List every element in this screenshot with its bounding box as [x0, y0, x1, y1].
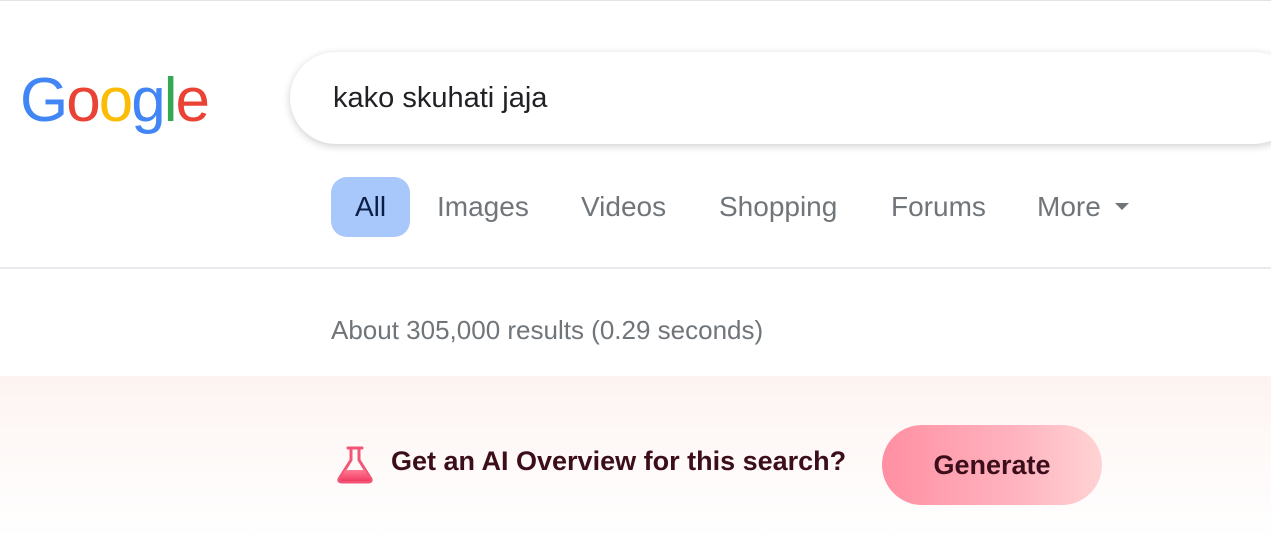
- tabs-divider: [0, 267, 1271, 269]
- tab-forums[interactable]: Forums: [891, 177, 986, 237]
- tab-label: Videos: [581, 191, 667, 222]
- tab-label: More: [1037, 191, 1101, 222]
- tab-images[interactable]: Images: [437, 177, 529, 237]
- logo-letter: e: [175, 66, 210, 135]
- logo-letter: l: [163, 66, 178, 135]
- google-logo[interactable]: Google: [20, 66, 210, 136]
- logo-letter: G: [20, 66, 68, 135]
- tab-label: All: [355, 191, 387, 222]
- logo-letter: o: [98, 66, 134, 135]
- search-input[interactable]: [333, 76, 1233, 120]
- caret-down-icon: [1114, 203, 1129, 211]
- tab-label: Images: [437, 191, 529, 222]
- tab-all[interactable]: All: [331, 177, 411, 237]
- search-results-page: Google All Images Videos Shopping Forums…: [0, 0, 1271, 539]
- top-divider: [0, 0, 1271, 1]
- generate-button[interactable]: Generate: [882, 425, 1102, 505]
- result-stats: About 305,000 results (0.29 seconds): [331, 315, 764, 345]
- ai-overview-prompt: Get an AI Overview for this search?: [391, 446, 847, 476]
- tab-label: Forums: [891, 191, 986, 222]
- tab-videos[interactable]: Videos: [581, 177, 666, 237]
- logo-letter: o: [66, 66, 101, 135]
- tab-more[interactable]: More: [1037, 177, 1129, 237]
- tab-label: Shopping: [719, 191, 838, 222]
- tab-shopping[interactable]: Shopping: [719, 177, 837, 237]
- flask-icon: [337, 446, 373, 484]
- logo-letter: g: [131, 66, 166, 135]
